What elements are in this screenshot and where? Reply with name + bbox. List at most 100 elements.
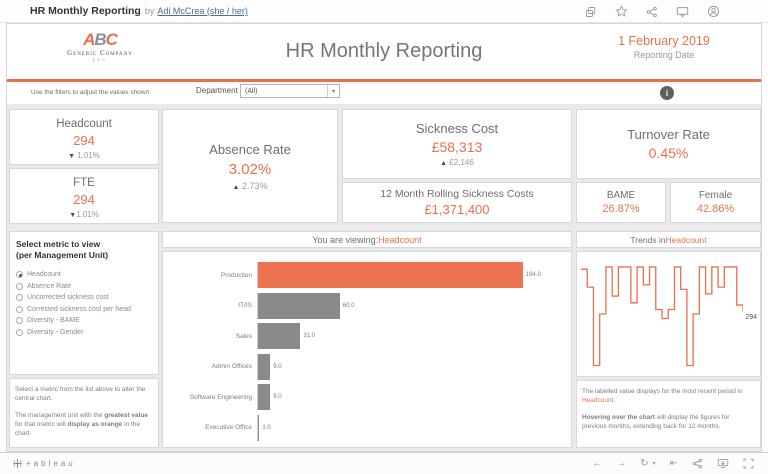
trend-help-note-2: Hovering over the chart will display the…	[582, 413, 755, 431]
kpi-label: Sickness Cost	[343, 121, 571, 136]
kpi-label: 12 Month Rolling Sickness Costs	[343, 188, 571, 200]
tableau-logo[interactable]: +ableau	[12, 458, 76, 469]
kpi-label: Turnover Rate	[577, 127, 760, 142]
current-metric-name: Headcount	[378, 235, 422, 245]
refresh-icon[interactable]: ↻	[640, 459, 648, 469]
metric-help-notes: Select a metric from the list above to a…	[9, 378, 159, 448]
metric-option-label: Corrected sickness cost per head	[27, 306, 131, 313]
metric-option-label: Headcount	[27, 271, 61, 278]
account-icon[interactable]	[707, 5, 720, 18]
kpi-label: Absence Rate	[163, 142, 337, 157]
metric-option-headcount[interactable]: Headcount	[16, 271, 152, 278]
copy-icon[interactable]	[585, 6, 597, 18]
radio-icon[interactable]	[16, 329, 23, 336]
bar[interactable]	[258, 415, 259, 441]
kpi-value: 0.45%	[577, 145, 760, 161]
author-link[interactable]: Adi McCrea (she / her)	[157, 6, 248, 16]
department-dropdown[interactable]: (All) ▾	[240, 84, 340, 98]
bar-track: 60.0	[257, 293, 565, 319]
radio-selected-icon[interactable]	[16, 271, 23, 278]
share-icon[interactable]	[646, 6, 658, 18]
radio-icon[interactable]	[16, 306, 23, 313]
trend-last-value-label: 294	[745, 314, 757, 321]
up-arrow-icon: ▲	[440, 160, 447, 167]
bar-value-label: 9.0	[273, 394, 281, 400]
bar-row-executive-office[interactable]: Executive Office1.0	[165, 413, 565, 444]
kpi-value: £1,371,400	[343, 202, 571, 217]
tableau-public-viewer: HR Monthly Reporting by Adi McCrea (she …	[0, 0, 768, 474]
tableau-logo-icon	[12, 458, 23, 469]
bar-row-software-engineering[interactable]: Software Engineering9.0	[165, 382, 565, 413]
bar[interactable]	[258, 293, 340, 319]
female-card[interactable]: Female 42.86%	[670, 182, 761, 223]
bar-track: 194.0	[257, 262, 565, 288]
kpi-value: 26.87%	[577, 203, 665, 215]
metric-help-note-2: The management unit with the greatest va…	[15, 411, 153, 438]
bar-chart-title: You are viewing: Headcount	[162, 231, 572, 248]
kpi-value: 294	[10, 192, 158, 207]
radio-icon[interactable]	[16, 283, 23, 290]
kpi-value: £58,313	[343, 139, 571, 155]
bar-row-sales[interactable]: Sales31.0	[165, 321, 565, 352]
favorite-star-icon[interactable]	[615, 5, 628, 18]
bar-track: 9.0	[257, 384, 565, 410]
bar-value-label: 9.0	[273, 364, 281, 370]
bar[interactable]	[258, 323, 300, 349]
undo-icon[interactable]: ←	[592, 459, 602, 469]
comments-icon[interactable]	[676, 6, 689, 18]
revert-icon[interactable]: ⇤	[670, 459, 678, 469]
metric-option-uncorrected-sickness-cost[interactable]: Uncorrected sickness cost	[16, 294, 152, 301]
fullscreen-icon[interactable]	[743, 458, 754, 469]
bar[interactable]	[258, 262, 523, 288]
kpi-label: FTE	[10, 177, 158, 189]
sickness-cost-card[interactable]: Sickness Cost £58,313 ▲ £2,146	[342, 109, 572, 179]
bar-row-it-is[interactable]: IT/IS60.0	[165, 291, 565, 322]
metric-radio-list: Headcount Absence Rate Uncorrected sicknes…	[16, 271, 152, 336]
metric-selector-title: Select metric to view (per Management Un…	[16, 239, 152, 261]
bottombar-actions: ← → ↻ ▾ ⇤	[592, 458, 754, 469]
info-icon[interactable]: i	[660, 86, 674, 100]
radio-icon[interactable]	[16, 317, 23, 324]
trend-step-line	[581, 258, 743, 370]
kpi-delta: ▼ 1.01%	[10, 151, 158, 160]
reporting-date-value: 1 February 2019	[579, 34, 749, 48]
kpi-label: Female	[671, 190, 760, 201]
turnover-rate-card[interactable]: Turnover Rate 0.45%	[576, 109, 761, 179]
kpi-label: BAME	[577, 190, 665, 201]
metric-option-diversity-gender[interactable]: Diversity - Gender	[16, 329, 152, 336]
bar-row-admin-offices[interactable]: Admin Offices9.0	[165, 352, 565, 383]
refresh-caret-icon[interactable]: ▾	[653, 459, 656, 469]
metric-option-corrected-sickness-cost-per-head[interactable]: Corrected sickness cost per head	[16, 306, 152, 313]
reporting-date-block: 1 February 2019 Reporting Date	[579, 34, 749, 60]
download-icon[interactable]	[717, 458, 729, 469]
metric-option-absence-rate[interactable]: Absence Rate	[16, 283, 152, 290]
department-dropdown-value: (All)	[241, 88, 327, 95]
bar-row-production[interactable]: Production194.0	[165, 260, 565, 291]
bar-value-label: 1.0	[262, 425, 270, 431]
trend-line-chart[interactable]: 294	[576, 251, 761, 377]
metric-option-label: Uncorrected sickness cost	[27, 294, 109, 301]
share-icon[interactable]	[692, 458, 703, 469]
down-arrow-icon: ▼	[68, 153, 75, 160]
fte-card[interactable]: FTE 294 ▼1.01%	[9, 168, 159, 224]
radio-icon[interactable]	[16, 294, 23, 301]
kpi-delta: ▲ 2.73%	[163, 181, 337, 191]
trend-help-notes: The labelled value displays for the most…	[576, 380, 761, 448]
kpi-value: 294	[10, 133, 158, 148]
redo-icon[interactable]: →	[616, 459, 626, 469]
byline: by	[145, 6, 155, 16]
headcount-card[interactable]: Headcount 294 ▼ 1.01%	[9, 109, 159, 165]
absence-rate-card[interactable]: Absence Rate 3.02% ▲ 2.73%	[162, 109, 338, 223]
tableau-wordmark: +ableau	[26, 459, 76, 468]
reporting-date-label: Reporting Date	[579, 50, 749, 60]
metric-selector-panel: Select metric to view (per Management Un…	[9, 231, 159, 375]
metric-option-diversity-bame[interactable]: Diversity - BAME	[16, 317, 152, 324]
rolling-sickness-card[interactable]: 12 Month Rolling Sickness Costs £1,371,4…	[342, 182, 572, 223]
tableau-bottombar: +ableau ← → ↻ ▾ ⇤	[0, 452, 768, 474]
metric-help-note-1: Select a metric from the list above to a…	[15, 385, 153, 403]
bame-card[interactable]: BAME 26.87%	[576, 182, 666, 223]
bar[interactable]	[258, 384, 270, 410]
bar[interactable]	[258, 354, 270, 380]
kpi-label: Headcount	[10, 118, 158, 130]
kpi-value: 3.02%	[163, 161, 337, 178]
